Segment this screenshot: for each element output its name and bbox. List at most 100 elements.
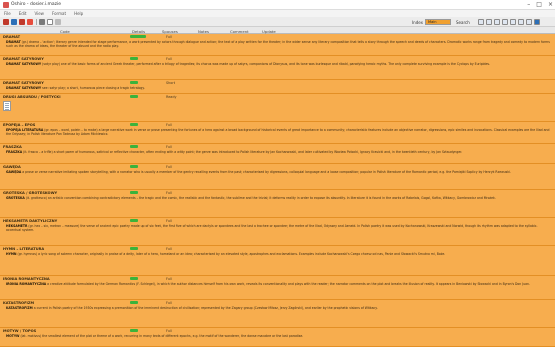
menu-bar: File Edit View Format Help xyxy=(0,10,555,17)
rating-icon xyxy=(130,145,138,148)
entry-term: DRAMAT SATYROWY xyxy=(3,56,44,61)
delete-icon[interactable] xyxy=(27,19,33,25)
entry-term: FRASZKA xyxy=(3,144,22,149)
entry-body: IRONIA ROMANTYCZNA a creative attitude f… xyxy=(6,282,530,286)
entry-term: DRAMAT SATYROWY xyxy=(3,80,44,85)
entry-body: GAWĘDA a prose or verse narrative imitat… xyxy=(6,170,511,174)
export-icon[interactable] xyxy=(502,19,508,25)
rating-icon xyxy=(130,247,138,250)
rating-icon xyxy=(130,165,138,168)
open-icon[interactable] xyxy=(11,19,17,25)
entry-status: Full xyxy=(166,122,172,127)
page-icon[interactable] xyxy=(47,19,53,25)
entry-row[interactable]: EPOPEJA – EPOS Full EPOPEJA LITERATURA (… xyxy=(0,122,555,144)
window-title: Oshiro - dosier.i.mazie xyxy=(11,2,62,7)
rating-icon xyxy=(130,191,138,194)
menu-edit[interactable]: Edit xyxy=(19,11,27,16)
info-icon[interactable] xyxy=(534,19,540,25)
entry-status: Short xyxy=(166,80,176,85)
rating-icon xyxy=(130,57,138,60)
minimize-button[interactable]: – xyxy=(527,1,530,8)
entry-status: Full xyxy=(166,164,172,169)
list-icon[interactable] xyxy=(518,19,524,25)
entry-body: DRAMAT SATYROWY (satyr play) one of the … xyxy=(6,62,490,66)
dropdown-icon[interactable] xyxy=(55,19,61,25)
entry-body: HYMN (gr. hymnos) a lyric song of solemn… xyxy=(6,252,446,256)
close-button[interactable]: × xyxy=(548,1,553,8)
entry-body: KATASTROFIZM a current in Polish poetry … xyxy=(6,306,378,310)
entry-body: GROTESKA (it. grottesco) an artistic con… xyxy=(6,196,496,200)
col-update[interactable]: Update xyxy=(262,29,276,34)
entry-row[interactable]: IRONIA ROMANTYCZNA Full IRONIA ROMANTYCZ… xyxy=(0,276,555,300)
col-code[interactable]: Code xyxy=(60,29,70,34)
entry-term: EPOPEJA – EPOS xyxy=(3,122,36,127)
entry-body: MOTYW (lat. motivus) the smallest elemen… xyxy=(6,334,304,338)
entry-body: FRASZKA (it. frasca – a trifle) a short … xyxy=(6,150,463,154)
entry-status: Full xyxy=(166,218,172,223)
entry-row[interactable]: KATASTROFIZM Full KATASTROFIZM a current… xyxy=(0,300,555,328)
entry-status: Full xyxy=(166,246,172,251)
rating-icon xyxy=(130,35,146,38)
rating-icon xyxy=(130,329,138,332)
entry-status: Full xyxy=(166,34,172,39)
entry-term: GROTESKA / GROTESKOWY xyxy=(3,190,58,195)
maximize-button[interactable]: □ xyxy=(536,1,542,8)
print-icon[interactable] xyxy=(494,19,500,25)
entry-status: Ready xyxy=(166,94,177,99)
entry-status: Full xyxy=(166,144,172,149)
undo-icon[interactable] xyxy=(39,19,45,25)
title-bar: Oshiro - dosier.i.mazie – □ × xyxy=(0,0,555,10)
entry-status: Full xyxy=(166,328,172,333)
index-label: Index xyxy=(412,20,424,25)
entry-row[interactable]: GROTESKA / GROTESKOWY Full GROTESKA (it.… xyxy=(0,190,555,218)
entry-row[interactable]: HYMN – LITERATURA Full HYMN (gr. hymnos)… xyxy=(0,246,555,276)
toolbar: Index Main Search xyxy=(0,17,555,27)
entry-term: DRAMAT xyxy=(3,34,21,39)
entry-row[interactable]: MOTYW / TOPOS Full MOTYW (lat. motivus) … xyxy=(0,328,555,347)
col-details[interactable]: Details xyxy=(132,29,145,34)
col-comment[interactable]: Comment xyxy=(230,29,249,34)
column-header: Code Details Spouses Notes Comment Updat… xyxy=(0,27,555,34)
app-icon xyxy=(3,2,9,8)
entry-body: HEKSAMETR (gr. hex – six, metron – measu… xyxy=(6,224,538,233)
entry-row[interactable]: DRAMAT SATYROWY Short DRAMAT SATYROWY se… xyxy=(0,80,555,94)
entry-row[interactable]: DRUGI ABSURDU / POETYCKI Ready xyxy=(0,94,555,122)
entry-term: HYMN – LITERATURA xyxy=(3,246,45,251)
settings-icon[interactable] xyxy=(526,19,532,25)
menu-format[interactable]: Format xyxy=(52,11,66,16)
menu-view[interactable]: View xyxy=(34,11,44,16)
entry-term: GAWĘDA xyxy=(3,164,21,169)
sort-icon[interactable] xyxy=(486,19,492,25)
entry-term: HEKSAMETR DAKTYLICZNY xyxy=(3,218,58,223)
entry-status: Full xyxy=(166,276,172,281)
index-select[interactable]: Main xyxy=(425,19,451,25)
entry-body: EPOPEJA LITERATURA (gr. epos – word, poi… xyxy=(6,128,550,137)
col-notes[interactable]: Notes xyxy=(198,29,209,34)
grid-icon[interactable] xyxy=(510,19,516,25)
entry-term: KATASTROFIZM xyxy=(3,300,35,305)
rating-icon xyxy=(130,81,138,84)
entry-row[interactable]: FRASZKA Full FRASZKA (it. frasca – a tri… xyxy=(0,144,555,164)
save-icon[interactable] xyxy=(19,19,25,25)
entry-body: DRAMAT (gr.) drama – 'action'; literary … xyxy=(6,40,550,49)
entry-row[interactable]: GAWĘDA Full GAWĘDA a prose or verse narr… xyxy=(0,164,555,190)
entry-term: DRUGI ABSURDU / POETYCKI xyxy=(3,94,61,99)
entry-row[interactable]: HEKSAMETR DAKTYLICZNY Full HEKSAMETR (gr… xyxy=(0,218,555,246)
rating-icon xyxy=(130,277,138,280)
menu-file[interactable]: File xyxy=(4,11,11,16)
col-spouses[interactable]: Spouses xyxy=(162,29,178,34)
entry-term: MOTYW / TOPOS xyxy=(3,328,37,333)
new-icon[interactable] xyxy=(3,19,9,25)
entry-row[interactable]: DRAMAT SATYROWY Full DRAMAT SATYROWY (sa… xyxy=(0,56,555,80)
rating-icon xyxy=(130,95,138,98)
entries-sheet: DRAMAT Full DRAMAT (gr.) drama – 'action… xyxy=(0,34,555,347)
rating-icon xyxy=(130,301,138,304)
filter-icon[interactable] xyxy=(478,19,484,25)
image-thumbnail-icon[interactable] xyxy=(3,101,11,111)
entry-term: IRONIA ROMANTYCZNA xyxy=(3,276,50,281)
menu-help[interactable]: Help xyxy=(74,11,83,16)
rating-icon xyxy=(130,123,138,126)
entry-row[interactable]: DRAMAT Full DRAMAT (gr.) drama – 'action… xyxy=(0,34,555,56)
entry-status: Full xyxy=(166,190,172,195)
entry-body: DRAMAT SATYROWY see: satyr play; a short… xyxy=(6,86,145,90)
